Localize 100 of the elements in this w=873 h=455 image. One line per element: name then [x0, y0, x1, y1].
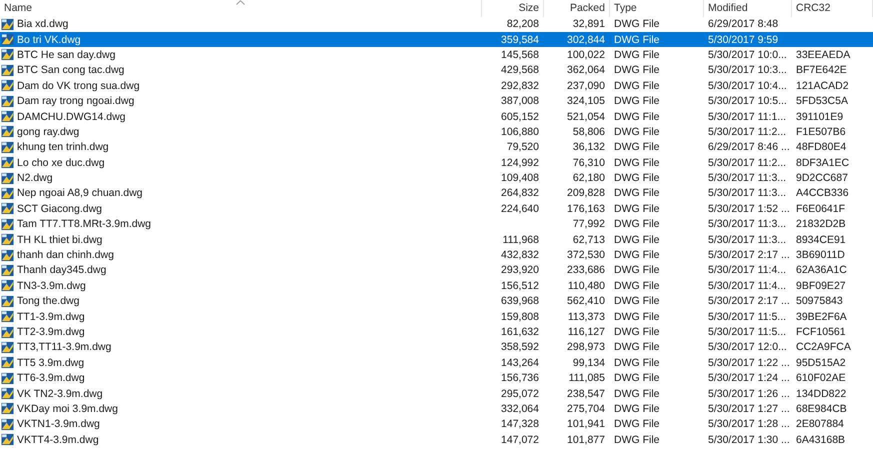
- column-header[interactable]: CRC32: [796, 2, 830, 14]
- table-cell: 358,592: [501, 341, 539, 354]
- file-row[interactable]: TT1-3.9m.dwg 159,808 113,373 DWG File 5/30/2017 11:5... 39BE2F6A: [0, 308, 873, 324]
- drawing-file-icon: [1, 186, 14, 200]
- file-name: VKTN1-3.9m.dwg: [17, 418, 100, 430]
- table-cell: 5/30/2017 10:5...: [708, 95, 787, 108]
- table-cell: 176,163: [567, 202, 605, 215]
- table-cell: 332,064: [501, 402, 539, 415]
- table-cell: 68E984CB: [796, 402, 847, 415]
- table-cell: 76,310: [572, 156, 605, 169]
- table-cell: DWG File: [614, 310, 660, 323]
- file-row[interactable]: VK TN2-3.9m.dwg 295,072 238,547 DWG File 5/30/2017 1:26 ... 134DD822: [0, 386, 873, 402]
- file-row[interactable]: N2.dwg 109,408 62,180 DWG File 5/30/2017 11:3... 9D2CC687: [0, 170, 873, 186]
- table-cell: DWG File: [614, 372, 660, 384]
- table-cell: 292,832: [501, 80, 539, 92]
- file-row[interactable]: TN3-3.9m.dwg 156,512 110,480 DWG File 5/30/2017 11:4... 9BF09E27: [0, 278, 873, 294]
- table-cell: 110,480: [568, 280, 605, 292]
- file-row[interactable]: TT3,TT11-3.9m.dwg 358,592 298,973 DWG File 5/30/2017 12:0... CC2A9FCA: [0, 340, 873, 356]
- table-cell: 5/30/2017 11:4...: [708, 280, 786, 292]
- file-row[interactable]: VKDay moi 3.9m.dwg 332,064 275,704 DWG File 5/30/2017 1:27 ... 68E984CB: [0, 401, 873, 417]
- table-cell: 143,264: [501, 356, 539, 369]
- drawing-file-icon: [1, 172, 14, 185]
- table-cell: 121ACAD2: [796, 80, 849, 92]
- table-cell: 302,844: [567, 34, 605, 46]
- file-name: gong ray.dwg: [17, 126, 80, 138]
- table-cell: 5/30/2017 1:27 ...: [708, 402, 790, 415]
- table-cell: 237,090: [567, 80, 605, 92]
- table-cell: DWG File: [614, 402, 660, 415]
- file-name: Dam ray trong ngoai.dwg: [17, 95, 134, 108]
- file-row[interactable]: TT2-3.9m.dwg 161,632 116,127 DWG File 5/30/2017 11:5... FCF10561: [0, 324, 873, 340]
- table-cell: 5/30/2017 11:5...: [708, 326, 786, 338]
- drawing-file-icon: [1, 218, 14, 231]
- drawing-file-icon: [1, 264, 14, 277]
- table-cell: DWG File: [614, 326, 660, 338]
- column-header[interactable]: Size: [518, 2, 539, 14]
- drawing-file-icon: [1, 48, 14, 62]
- table-cell: 362,064: [567, 64, 605, 76]
- table-cell: DWG File: [614, 48, 660, 61]
- file-row[interactable]: Lo cho xe duc.dwg 124,992 76,310 DWG File 5/30/2017 11:2... 8DF3A1EC: [0, 155, 873, 170]
- file-row[interactable]: Bo tri VK.dwg 359,584 302,844 DWG File 5/30/2017 9:59: [0, 32, 873, 48]
- file-row[interactable]: gong ray.dwg 106,880 58,806 DWG File 5/30/2017 11:2... F1E507B6: [0, 124, 873, 140]
- column-header[interactable]: Type: [614, 2, 637, 14]
- file-row[interactable]: BTC He san day.dwg 145,568 100,022 DWG File 5/30/2017 10:0... 33EEAEDA: [0, 47, 873, 63]
- table-cell: DWG File: [614, 141, 660, 154]
- column-header[interactable]: Modified: [708, 2, 748, 14]
- table-cell: DWG File: [614, 110, 660, 123]
- file-row[interactable]: Bia xd.dwg 82,208 32,891 DWG File 6/29/2017 8:48: [0, 16, 873, 32]
- table-cell: 100,022: [567, 48, 605, 61]
- table-cell: 95D515A2: [796, 356, 846, 369]
- table-cell: 109,408: [501, 172, 539, 184]
- file-name: Bo tri VK.dwg: [17, 34, 81, 46]
- file-row[interactable]: TT5 3.9m.dwg 143,264 99,134 DWG File 5/30/2017 1:22 ... 95D515A2: [0, 355, 873, 370]
- table-cell: DWG File: [614, 187, 660, 200]
- table-cell: 610F02AE: [796, 372, 846, 384]
- table-cell: 124,992: [501, 156, 539, 169]
- file-row[interactable]: Thanh day345.dwg 293,920 233,686 DWG File 5/30/2017 11:4... 62A36A1C: [0, 262, 873, 278]
- table-cell: 101,941: [567, 418, 605, 430]
- table-cell: 5/30/2017 1:52 ...: [708, 202, 790, 215]
- drawing-file-icon: [1, 294, 14, 308]
- table-cell: 111,085: [568, 372, 605, 384]
- file-row[interactable]: Nep ngoai A8,9 chuan.dwg 264,832 209,828 DWG File 5/30/2017 11:3... A4CCB336: [0, 186, 873, 202]
- table-cell: 429,568: [501, 64, 539, 76]
- file-row[interactable]: Dam do VK trong sua.dwg 292,832 237,090 DWG File 5/30/2017 10:4... 121ACAD2: [0, 78, 873, 94]
- drawing-file-icon: [1, 340, 14, 354]
- drawing-file-icon: [1, 418, 14, 431]
- file-name: TT1-3.9m.dwg: [17, 310, 85, 323]
- table-cell: 36,132: [572, 141, 605, 154]
- drawing-file-icon: [1, 110, 14, 124]
- file-row[interactable]: TH KL thiet bi.dwg 111,968 62,713 DWG File 5/30/2017 11:3... 8934CE91: [0, 232, 873, 248]
- table-cell: 8DF3A1EC: [796, 156, 850, 169]
- column-header[interactable]: Name: [4, 2, 32, 14]
- file-row[interactable]: VKTN1-3.9m.dwg 147,328 101,941 DWG File 5/30/2017 1:28 ... 2E807884: [0, 416, 873, 432]
- file-row[interactable]: thanh dan chinh.dwg 432,832 372,530 DWG File 5/30/2017 2:17 ... 3B69011D: [0, 247, 873, 263]
- table-cell: 79,520: [506, 141, 539, 154]
- table-cell: F6E0641F: [796, 202, 846, 215]
- drawing-file-icon: [1, 79, 14, 92]
- file-row[interactable]: TT6-3.9m.dwg 156,736 111,085 DWG File 5/30/2017 1:24 ... 610F02AE: [0, 370, 873, 386]
- table-cell: 5/30/2017 11:4...: [708, 264, 786, 276]
- table-cell: 5/30/2017 11:1...: [708, 110, 786, 123]
- file-row[interactable]: Tam TT7.TT8.MRt-3.9m.dwg 77,992 DWG File 5/30/2017 11:3... 21832D2B: [0, 216, 873, 232]
- file-row[interactable]: SCT Giacong.dwg 224,640 176,163 DWG File 5/30/2017 1:52 ... F6E0641F: [0, 201, 873, 217]
- table-cell: DWG File: [614, 172, 660, 184]
- drawing-file-icon: [1, 372, 14, 385]
- file-row[interactable]: Tong the.dwg 639,968 562,410 DWG File 5/30/2017 2:17 ... 50975843: [0, 294, 873, 309]
- table-cell: 5/30/2017 1:28 ...: [708, 418, 790, 430]
- table-cell: 21832D2B: [796, 218, 846, 230]
- file-row[interactable]: VKTT4-3.9m.dwg 147,072 101,877 DWG File 5/30/2017 1:30 ... 6A43168B: [0, 432, 873, 448]
- file-row[interactable]: Dam ray trong ngoai.dwg 387,008 324,105 DWG File 5/30/2017 10:5... 5FD53C5A: [0, 93, 873, 109]
- table-cell: CC2A9FCA: [796, 341, 851, 354]
- table-cell: 145,568: [501, 48, 539, 61]
- table-cell: 8934CE91: [796, 234, 846, 246]
- table-cell: 6A43168B: [796, 434, 846, 446]
- file-row[interactable]: BTC San cong tac.dwg 429,568 362,064 DWG File 5/30/2017 10:3... BF7E642E: [0, 62, 873, 78]
- file-row[interactable]: khung ten trinh.dwg 79,520 36,132 DWG File 6/29/2017 8:46 ... 48FD80E4: [0, 140, 873, 156]
- table-cell: 298,973: [567, 341, 605, 354]
- table-cell: 3B69011D: [796, 249, 845, 262]
- table-cell: 116,127: [568, 326, 605, 338]
- column-header[interactable]: Packed: [570, 2, 605, 14]
- file-row[interactable]: DAMCHU.DWG14.dwg 605,152 521,054 DWG File 5/30/2017 11:1... 391101E9: [0, 108, 873, 124]
- table-cell: 432,832: [501, 249, 539, 262]
